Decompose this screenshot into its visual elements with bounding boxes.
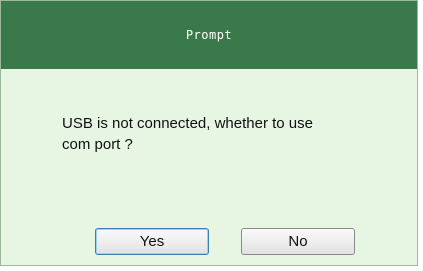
dialog-titlebar[interactable]: Prompt	[1, 1, 417, 69]
prompt-dialog: Prompt USB is not connected, whether to …	[0, 0, 418, 266]
no-button-label: No	[288, 233, 308, 250]
yes-button-label: Yes	[139, 233, 165, 250]
dialog-message: USB is not connected, whether to use com…	[62, 113, 382, 155]
message-line-2: com port ?	[62, 136, 133, 153]
dialog-title: Prompt	[185, 28, 233, 42]
no-button[interactable]: No	[241, 228, 355, 255]
yes-button[interactable]: Yes	[95, 228, 209, 255]
message-line-1: USB is not connected, whether to use	[62, 115, 313, 132]
